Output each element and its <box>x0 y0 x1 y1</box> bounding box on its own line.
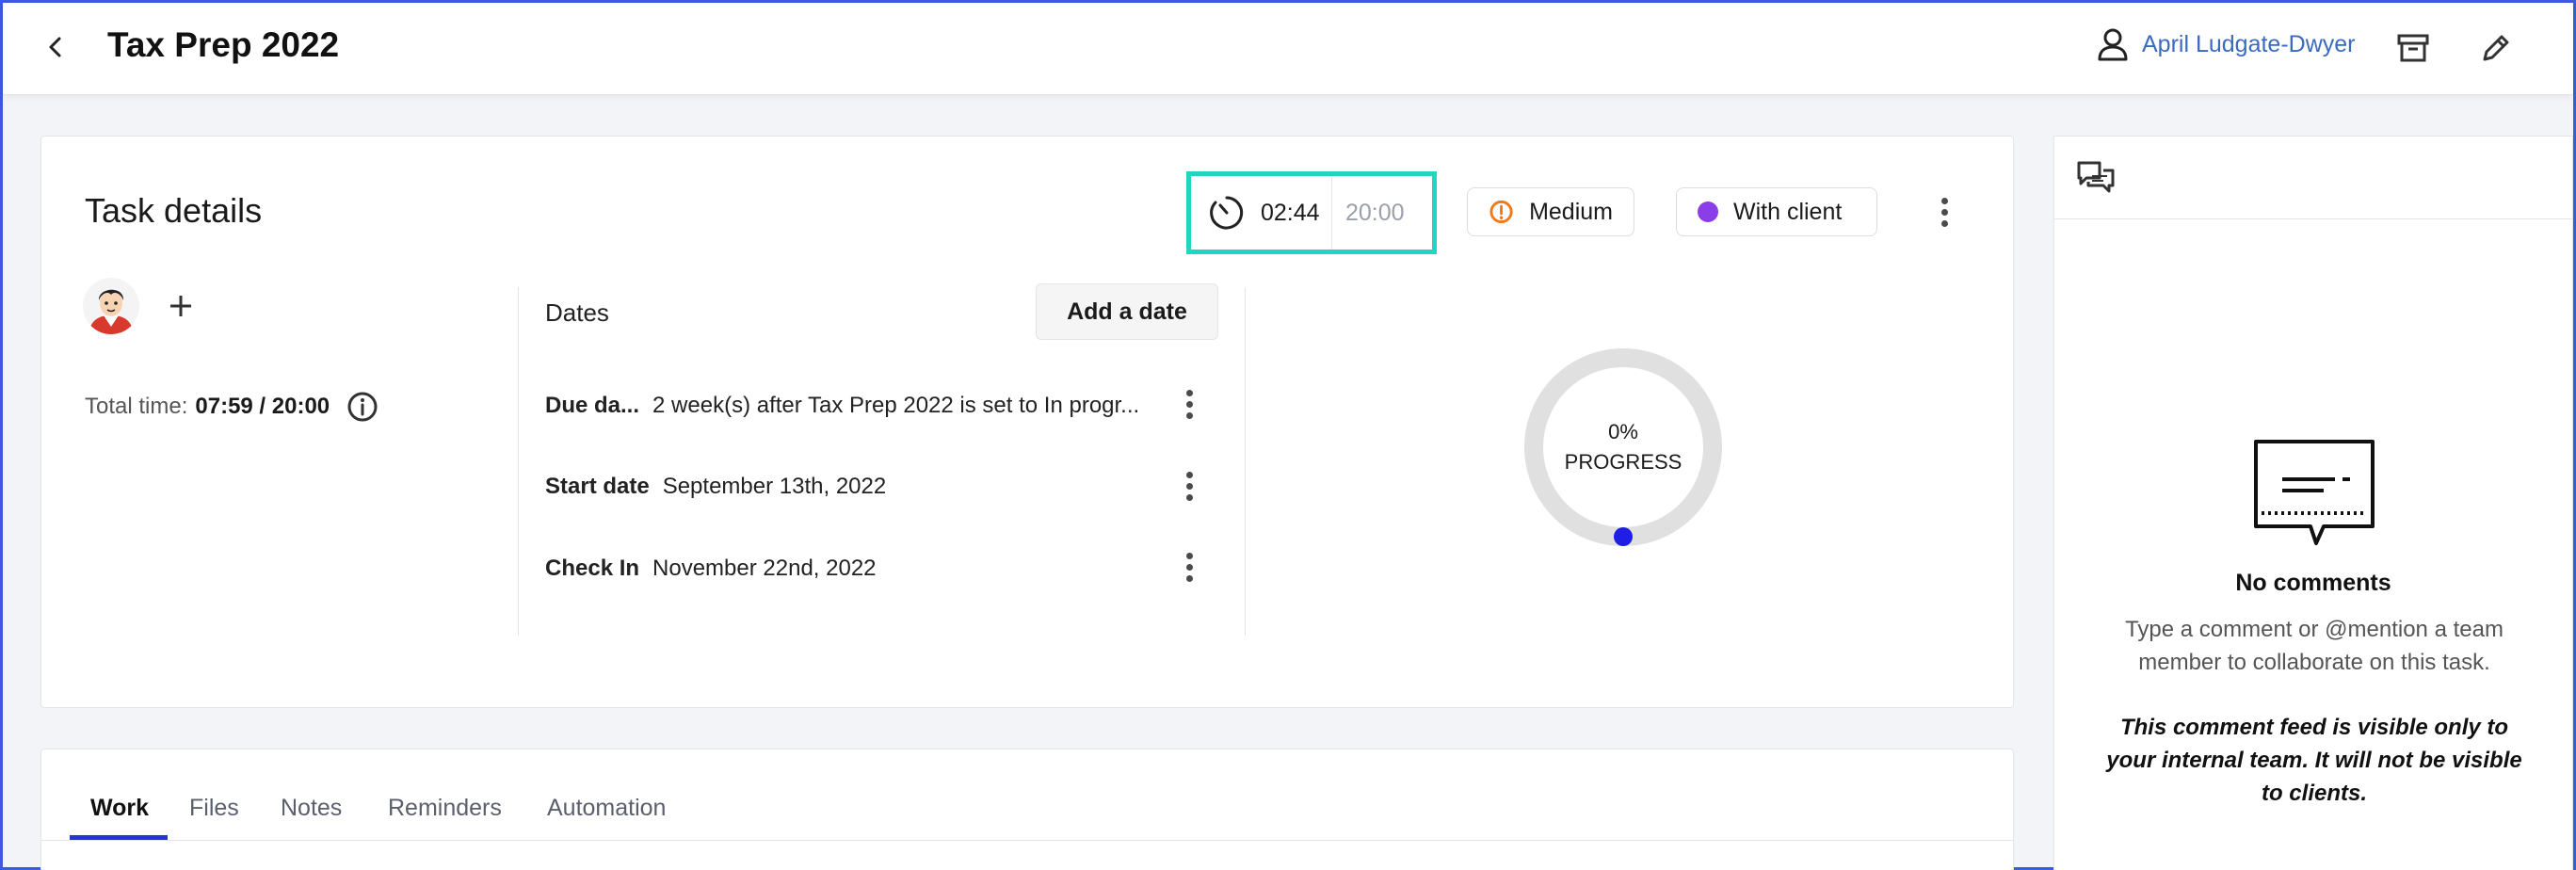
task-menu-button[interactable] <box>1930 191 1958 233</box>
total-time-value: 07:59 / 20:00 <box>195 394 330 419</box>
date-row-start[interactable]: Start date September 13th, 2022 <box>545 474 886 500</box>
total-time-label: Total time: <box>85 394 188 419</box>
date-row-check-in[interactable]: Check In November 22nd, 2022 <box>545 556 877 582</box>
status-pill[interactable]: With client <box>1676 187 1877 236</box>
card-title: Task details <box>85 191 263 230</box>
timer-toggle[interactable]: 02:44 <box>1191 176 1332 250</box>
progress-caption: PROGRESS <box>1564 450 1682 474</box>
visibility-notice: This comment feed is visible only to you… <box>2106 715 2522 806</box>
comments-toggle[interactable] <box>2075 157 2117 199</box>
back-button[interactable] <box>39 30 72 64</box>
priority-pill[interactable]: Medium <box>1467 187 1634 236</box>
priority-label: Medium <box>1529 198 1613 225</box>
alert-icon <box>1489 200 1513 224</box>
chevron-left-icon <box>49 37 61 57</box>
tab-work[interactable]: Work <box>90 795 149 822</box>
date-row-label: Start date <box>545 474 650 499</box>
user-icon <box>2098 28 2128 61</box>
info-icon[interactable] <box>346 391 378 423</box>
avatar-image <box>83 278 139 334</box>
edit-button[interactable] <box>2477 29 2515 67</box>
tabs-divider <box>41 840 2013 841</box>
archive-button[interactable] <box>2394 29 2432 67</box>
assignee-link[interactable]: April Ludgate-Dwyer <box>2097 27 2356 61</box>
tab-files[interactable]: Files <box>189 795 239 822</box>
date-row-due[interactable]: Due da... 2 week(s) after Tax Prep 2022 i… <box>545 393 1139 419</box>
more-vertical-icon <box>1185 389 1193 396</box>
avatar[interactable] <box>83 278 139 334</box>
stopwatch-icon <box>1210 196 1244 230</box>
column-divider <box>1245 287 1246 636</box>
comments-header <box>2054 137 2572 219</box>
check-in-menu-button[interactable] <box>1175 546 1203 588</box>
more-vertical-icon <box>1940 197 1948 204</box>
tabs-card: Work Files Notes Reminders Automation <box>40 749 2014 870</box>
column-divider <box>518 287 519 636</box>
status-label: With client <box>1733 198 1843 225</box>
date-row-value: November 22nd, 2022 <box>652 556 877 581</box>
task-details-card: Task details 02:44 20:00 Medium With cli… <box>40 136 2014 708</box>
progress-indicator <box>1614 527 1633 546</box>
date-row-label: Due da... <box>545 393 640 418</box>
start-date-menu-button[interactable] <box>1175 465 1203 507</box>
add-date-button[interactable]: Add a date <box>1036 283 1218 340</box>
date-row-label: Check In <box>545 556 640 581</box>
more-vertical-icon <box>1185 552 1193 559</box>
total-time: Total time: 07:59 / 20:00 <box>85 391 378 423</box>
plus-icon <box>170 296 191 316</box>
progress-label: 0% PROGRESS <box>1520 417 1727 477</box>
page-title: Tax Prep 2022 <box>107 25 340 64</box>
add-assignee-button[interactable] <box>162 287 200 325</box>
tab-reminders[interactable]: Reminders <box>388 795 502 822</box>
timer-elapsed: 02:44 <box>1261 199 1320 226</box>
date-row-value: September 13th, 2022 <box>662 474 887 499</box>
chat-bubbles-icon <box>2077 161 2115 193</box>
archive-icon <box>2397 34 2429 62</box>
assignee-name[interactable]: April Ludgate-Dwyer <box>2142 31 2356 58</box>
empty-comments-title: No comments <box>2235 570 2391 596</box>
timer-estimate[interactable]: 20:00 <box>1332 200 1405 227</box>
comments-panel: No comments Type a comment or @mention a… <box>2053 136 2573 870</box>
more-vertical-icon <box>1185 471 1193 478</box>
dates-label: Dates <box>545 298 609 327</box>
timer: 02:44 20:00 <box>1186 171 1437 254</box>
top-bar: Tax Prep 2022 April Ludgate-Dwyer <box>3 3 2573 95</box>
empty-comments-icon <box>2254 440 2375 545</box>
tab-notes[interactable]: Notes <box>281 795 342 822</box>
date-row-value: 2 week(s) after Tax Prep 2022 is set to … <box>652 393 1140 418</box>
due-date-menu-button[interactable] <box>1175 383 1203 425</box>
pencil-icon <box>2483 35 2509 61</box>
status-dot-icon <box>1698 201 1718 222</box>
empty-comments-hint: Type a comment or @mention a team member… <box>2125 617 2504 675</box>
tab-automation[interactable]: Automation <box>547 795 666 822</box>
progress-percent: 0% <box>1608 420 1638 443</box>
progress-ring: 0% PROGRESS <box>1520 344 1727 551</box>
